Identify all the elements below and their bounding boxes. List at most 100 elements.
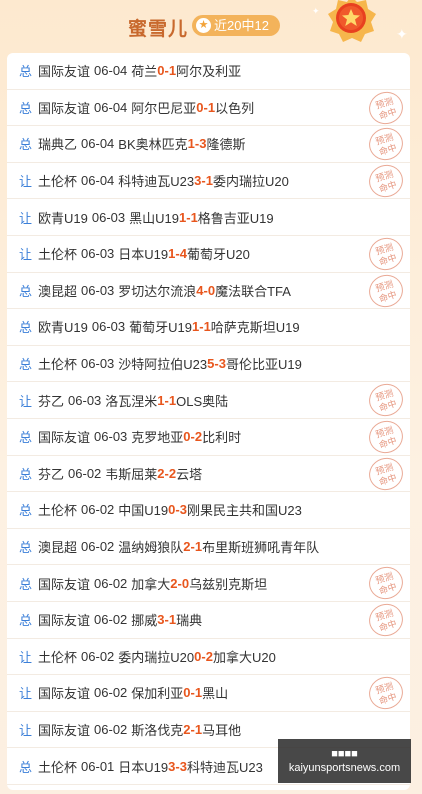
list-item[interactable]: 总欧青U19 06-03 葡萄牙U19 1 - 1 哈萨克斯坦U19 <box>7 309 410 346</box>
list-item[interactable]: 总国际友谊 06-02 加拿大 2 - 0 乌兹别克斯坦 预测 命中 <box>7 562 410 604</box>
page-title: 蜜雪儿 <box>128 19 189 40</box>
away-score: 1 <box>190 209 198 225</box>
away-score: 2 <box>168 465 177 481</box>
away-team: 阿尔及利亚 <box>176 64 242 80</box>
watermark: ■■■■ kaiyunsportsnews.com <box>278 739 411 783</box>
list-item[interactable]: 让土伦杯 06-03 日本U19 1 - 4 葡萄牙U20 预测 命中 <box>7 233 410 275</box>
list-item[interactable]: 总国际友谊 06-03 克罗地亚 0 - 2 比利时 预测 命中 <box>7 416 410 458</box>
away-team: 比利时 <box>202 430 242 446</box>
league-name: 土伦杯 <box>38 357 78 373</box>
list-item[interactable]: 让芬乙 06-03 洛瓦涅米 1 - 1 OLS奥陆 预测 命中 <box>7 379 410 421</box>
home-score: 0 <box>168 502 176 518</box>
away-team: 科特迪瓦U23 <box>186 759 263 775</box>
away-team: 魔法联合TFA <box>215 283 291 299</box>
hit-stamp-icon: 预测 命中 <box>364 453 408 495</box>
league-name: 国际友谊 <box>38 576 91 592</box>
match-date: 06-03 <box>81 282 115 298</box>
bet-type: 让 <box>19 686 33 702</box>
watermark-line1: ■■■■ <box>331 748 358 760</box>
league-name: 瑞典乙 <box>38 137 78 153</box>
bet-type: 总 <box>19 283 33 299</box>
home-score: 1 <box>187 136 195 152</box>
away-score: 3 <box>199 136 207 152</box>
away-team: 格鲁吉亚U19 <box>197 210 274 226</box>
home-team: 克罗地亚 <box>131 430 184 446</box>
league-name: 国际友谊 <box>38 64 91 80</box>
away-score: 1 <box>205 173 213 189</box>
home-score: 1 <box>157 392 165 408</box>
sparkle-icon: ✦ <box>396 26 408 42</box>
hit-stamp-icon: 预测 命中 <box>364 672 408 714</box>
bet-type: 让 <box>19 210 33 226</box>
away-score: 0 <box>207 282 216 298</box>
list-item[interactable]: 让土伦杯 06-02 委内瑞拉U20 0 - 2 加拿大U20 <box>7 639 410 676</box>
list-item[interactable]: 总土伦杯 06-02 中国U19 0 - 3 刚果民主共和国U23 <box>7 492 410 529</box>
list-item[interactable]: 让欧青U19 06-03 黑山U19 1 - 1 格鲁吉亚U19 <box>7 199 410 236</box>
home-team: 委内瑞拉U20 <box>118 649 195 665</box>
home-score: 3 <box>194 173 202 189</box>
list-item[interactable]: 让国际友谊 06-02 保加利亚 0 - 1 黑山 预测 命中 <box>7 672 410 714</box>
bet-type: 让 <box>19 722 33 738</box>
away-score: 2 <box>194 429 203 445</box>
home-team: 科特迪瓦U23 <box>118 174 195 190</box>
league-name: 国际友谊 <box>38 686 91 702</box>
away-score: 1 <box>194 721 203 737</box>
away-team: 哥伦比亚U19 <box>225 357 302 373</box>
home-score: 5 <box>207 356 215 372</box>
home-score: 3 <box>168 758 176 774</box>
league-name: 欧青U19 <box>38 320 88 336</box>
home-team: 荷兰 <box>131 64 158 80</box>
home-score: 2 <box>157 465 165 481</box>
hit-stamp-icon: 预测 命中 <box>364 160 408 202</box>
home-team: 韦斯屈莱 <box>105 466 158 482</box>
away-team: 刚果民主共和国U23 <box>186 503 302 519</box>
list-item[interactable]: 总瑞典乙 06-04 BK奥林匹克 1 - 3 隆德斯 预测 命中 <box>7 123 410 165</box>
list-item[interactable]: 总国际友谊 06-04 荷兰 0 - 1 阿尔及利亚 <box>7 53 410 90</box>
list-item[interactable]: 总澳昆超 06-02 温纳姆狼队 2 - 1 布里斯班狮吼青年队 <box>7 529 410 566</box>
away-score: 1 <box>168 63 177 79</box>
home-team: 沙特阿拉伯U23 <box>118 357 208 373</box>
home-team: 加拿大 <box>131 576 171 592</box>
home-team: 挪威 <box>131 613 158 629</box>
home-score: 0 <box>157 63 165 79</box>
medal-icon <box>328 0 376 42</box>
away-team: 乌兹别克斯坦 <box>189 576 268 592</box>
home-score: 3 <box>157 612 165 628</box>
list-item[interactable]: 总芬乙 06-02 韦斯屈莱 2 - 2 云塔 预测 命中 <box>7 453 410 495</box>
home-team: 洛瓦涅米 <box>105 393 158 409</box>
record-text: 近20中12 <box>214 18 269 33</box>
list-item[interactable]: 总澳昆超 06-03 罗切达尔流浪 4 - 0 魔法联合TFA 预测 命中 <box>7 270 410 312</box>
star-icon: ★ <box>196 18 211 33</box>
home-score: 0 <box>196 99 204 115</box>
league-name: 国际友谊 <box>38 613 91 629</box>
home-score: 0 <box>194 648 202 664</box>
bet-type: 让 <box>19 247 33 263</box>
match-date: 06-03 <box>94 429 128 445</box>
away-score: 3 <box>179 502 187 518</box>
away-team: 葡萄牙U20 <box>186 247 250 263</box>
away-score: 1 <box>203 319 211 335</box>
hit-stamp-icon: 预测 命中 <box>364 123 408 165</box>
away-score: 2 <box>205 648 213 664</box>
away-score: 1 <box>194 539 203 555</box>
match-date: 06-03 <box>68 392 102 408</box>
home-team: 阿尔巴尼亚 <box>131 100 197 116</box>
bet-type: 让 <box>19 393 33 409</box>
away-score: 3 <box>179 758 187 774</box>
list-item[interactable]: 让土伦杯 06-04 科特迪瓦U23 3 - 1 委内瑞拉U20 预测 命中 <box>7 160 410 202</box>
list-item[interactable]: 总土伦杯 06-03 沙特阿拉伯U23 5 - 3 哥伦比亚U19 <box>7 346 410 383</box>
away-team: 黑山 <box>202 686 229 702</box>
sparkle-icon: ✦ <box>312 6 320 16</box>
bet-type: 总 <box>19 430 33 446</box>
match-date: 06-04 <box>94 99 128 115</box>
list-item[interactable]: 总国际友谊 06-02 挪威 3 - 1 瑞典 预测 命中 <box>7 599 410 641</box>
bet-type: 总 <box>19 357 33 373</box>
away-score: 0 <box>181 575 190 591</box>
watermark-line2: kaiyunsportsnews.com <box>288 762 401 774</box>
away-score: 1 <box>207 99 216 115</box>
home-team: 黑山U19 <box>129 210 179 226</box>
list-item[interactable]: 总国际友谊 06-04 阿尔巴尼亚 0 - 1 以色列 预测 命中 <box>7 87 410 129</box>
bet-type: 总 <box>19 137 33 153</box>
away-team: 加拿大U20 <box>212 649 276 665</box>
hit-stamp-icon: 预测 命中 <box>364 270 408 312</box>
